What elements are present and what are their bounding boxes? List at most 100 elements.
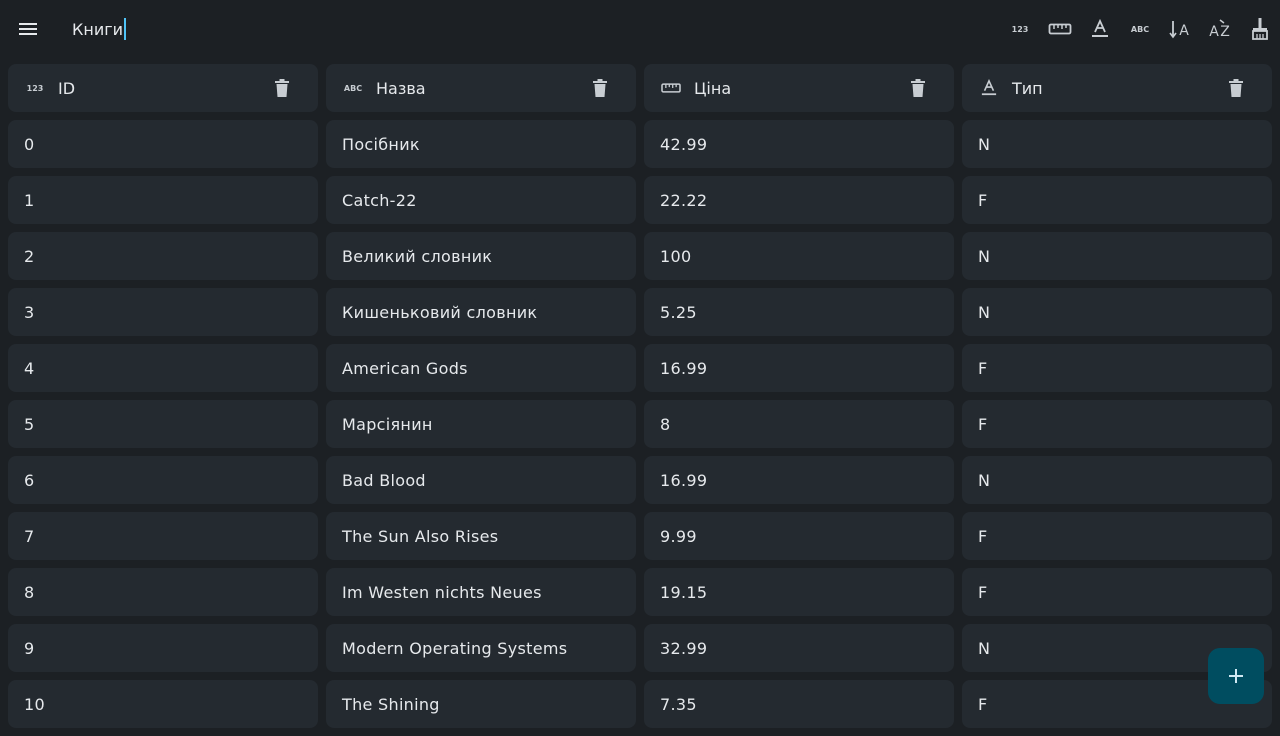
add-row-button[interactable] [1208, 648, 1264, 704]
ruler-icon [660, 77, 682, 99]
add-measure-column-button[interactable] [1040, 12, 1080, 46]
cell-name[interactable]: Catch-22 [326, 176, 636, 224]
cell-price[interactable]: 7.35 [644, 680, 954, 728]
plus-icon [1229, 669, 1243, 683]
number-type-icon: 123 [1012, 25, 1029, 34]
menu-button[interactable] [14, 15, 42, 43]
column-header-label: Тип [1012, 78, 1043, 98]
cell-id[interactable]: 4 [8, 344, 318, 392]
column-header-label: ID [58, 78, 76, 98]
svg-text:123: 123 [1012, 25, 1029, 34]
table-row: 5 Марсіянин 8 F [8, 400, 1272, 448]
sort-az-icon: A Z [1209, 19, 1230, 39]
ruler-icon [1048, 23, 1072, 35]
table-row: 0 Посібник 42.99 N [8, 120, 1272, 168]
cell-price[interactable]: 19.15 [644, 568, 954, 616]
cell-name[interactable]: American Gods [326, 344, 636, 392]
cell-price[interactable]: 9.99 [644, 512, 954, 560]
table-row: 1 Catch-22 22.22 F [8, 176, 1272, 224]
svg-text:ABC: ABC [344, 84, 362, 93]
cell-type[interactable]: N [962, 120, 1272, 168]
clear-button[interactable] [1240, 12, 1280, 46]
column-header-label: Ціна [694, 78, 732, 98]
abc-type-icon: ABC [1131, 25, 1149, 34]
cell-price[interactable]: 8 [644, 400, 954, 448]
top-bar: Книги 123 ABC A A Z [0, 0, 1280, 58]
cell-price[interactable]: 100 [644, 232, 954, 280]
svg-text:ABC: ABC [1131, 25, 1149, 34]
cell-type[interactable]: F [962, 512, 1272, 560]
svg-text:A: A [1209, 24, 1219, 39]
cell-price[interactable]: 32.99 [644, 624, 954, 672]
cell-name[interactable]: Bad Blood [326, 456, 636, 504]
cell-id[interactable]: 5 [8, 400, 318, 448]
broom-icon [1252, 18, 1268, 40]
cell-price[interactable]: 42.99 [644, 120, 954, 168]
text-color-icon [978, 77, 1000, 99]
cell-name[interactable]: Кишеньковий словник [326, 288, 636, 336]
cell-id[interactable]: 3 [8, 288, 318, 336]
sort-icon: A [1169, 21, 1189, 39]
svg-text:A: A [1179, 23, 1189, 39]
cell-id[interactable]: 6 [8, 456, 318, 504]
text-caret [124, 18, 127, 40]
abc-type-icon: ABC [342, 77, 364, 99]
add-string-column-button[interactable]: ABC [1120, 12, 1160, 46]
cell-name[interactable]: Великий словник [326, 232, 636, 280]
cell-name[interactable]: Марсіянин [326, 400, 636, 448]
cell-type[interactable]: F [962, 400, 1272, 448]
cell-id[interactable]: 1 [8, 176, 318, 224]
table-row: 7 The Sun Also Rises 9.99 F [8, 512, 1272, 560]
table-title-input[interactable]: Книги [72, 14, 127, 44]
table-title: Книги [72, 19, 124, 39]
table-row: 8 Im Westen nichts Neues 19.15 F [8, 568, 1272, 616]
cell-price[interactable]: 16.99 [644, 456, 954, 504]
column-header-id[interactable]: 123 ID [8, 64, 318, 112]
cell-type[interactable]: F [962, 568, 1272, 616]
cell-type[interactable]: N [962, 288, 1272, 336]
table-row: 10 The Shining 7.35 F [8, 680, 1272, 728]
cell-id[interactable]: 10 [8, 680, 318, 728]
sort-az-button[interactable]: A Z [1200, 12, 1240, 46]
cell-id[interactable]: 0 [8, 120, 318, 168]
hamburger-icon [19, 23, 37, 35]
header-row: 123 ID ABC Назва Ціна Тип [8, 64, 1272, 112]
cell-id[interactable]: 9 [8, 624, 318, 672]
add-number-column-button[interactable]: 123 [1000, 12, 1040, 46]
column-header-label: Назва [376, 78, 426, 98]
table-row: 9 Modern Operating Systems 32.99 N [8, 624, 1272, 672]
cell-type[interactable]: N [962, 232, 1272, 280]
column-header-name[interactable]: ABC Назва [326, 64, 636, 112]
cell-name[interactable]: Im Westen nichts Neues [326, 568, 636, 616]
delete-column-icon[interactable] [270, 76, 294, 100]
cell-price[interactable]: 16.99 [644, 344, 954, 392]
svg-text:123: 123 [27, 84, 44, 93]
cell-name[interactable]: The Shining [326, 680, 636, 728]
column-header-type[interactable]: Тип [962, 64, 1272, 112]
add-text-column-button[interactable] [1080, 12, 1120, 46]
delete-column-icon[interactable] [906, 76, 930, 100]
cell-id[interactable]: 2 [8, 232, 318, 280]
cell-name[interactable]: Modern Operating Systems [326, 624, 636, 672]
cell-type[interactable]: N [962, 456, 1272, 504]
number-type-icon: 123 [24, 77, 46, 99]
table-row: 3 Кишеньковий словник 5.25 N [8, 288, 1272, 336]
cell-name[interactable]: The Sun Also Rises [326, 512, 636, 560]
text-color-icon [1092, 19, 1108, 37]
table-row: 6 Bad Blood 16.99 N [8, 456, 1272, 504]
cell-price[interactable]: 5.25 [644, 288, 954, 336]
cell-type[interactable]: F [962, 176, 1272, 224]
cell-price[interactable]: 22.22 [644, 176, 954, 224]
cell-id[interactable]: 7 [8, 512, 318, 560]
table-row: 2 Великий словник 100 N [8, 232, 1272, 280]
cell-type[interactable]: F [962, 344, 1272, 392]
delete-column-icon[interactable] [588, 76, 612, 100]
svg-text:Z: Z [1220, 24, 1230, 39]
column-header-price[interactable]: Ціна [644, 64, 954, 112]
sort-button[interactable]: A [1160, 12, 1200, 46]
cell-id[interactable]: 8 [8, 568, 318, 616]
toolbar: 123 ABC A A Z [1000, 12, 1280, 46]
table-row: 4 American Gods 16.99 F [8, 344, 1272, 392]
delete-column-icon[interactable] [1224, 76, 1248, 100]
cell-name[interactable]: Посібник [326, 120, 636, 168]
